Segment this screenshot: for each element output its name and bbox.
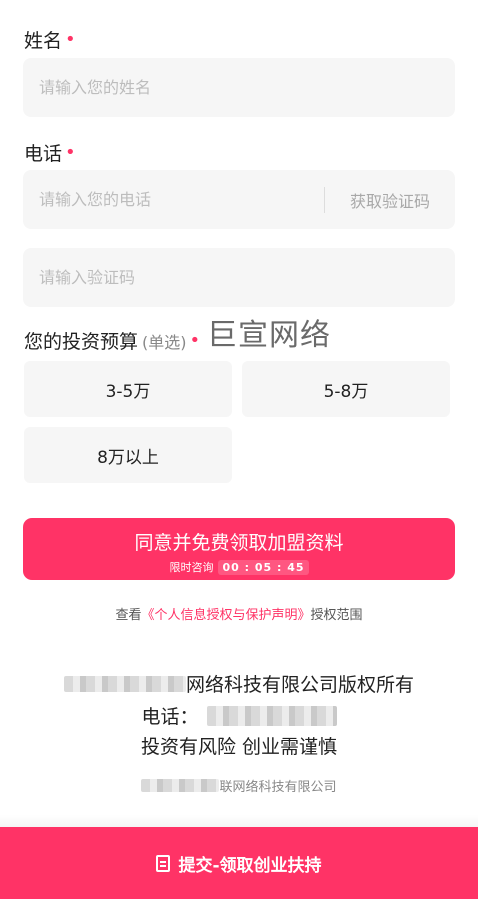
redacted-company-name [63, 675, 186, 692]
required-mark: • [65, 28, 76, 50]
redacted-phone [206, 705, 337, 726]
privacy-policy-link[interactable]: 《个人信息授权与保护声明》 [141, 608, 310, 623]
timer-value: 00 : 05 : 45 [218, 559, 309, 575]
phone-line: 电话： [0, 702, 478, 729]
small-copyright: 联网络科技有限公司 [0, 776, 478, 795]
required-mark: • [65, 141, 76, 163]
privacy-agreement: 查看《个人信息授权与保护声明》授权范围 [115, 608, 363, 623]
budget-option-8-plus[interactable]: 8万以上 [24, 427, 232, 483]
document-icon [156, 854, 171, 872]
cta-title: 同意并免费领取加盟资料 [134, 532, 344, 554]
phone-field-container: 获取验证码 [23, 170, 455, 229]
get-code-button[interactable]: 获取验证码 [325, 188, 455, 212]
redacted-company-name [141, 779, 220, 792]
get-materials-button[interactable]: 同意并免费领取加盟资料 限时咨询 00 : 05 : 45 [23, 518, 455, 580]
required-mark: • [189, 329, 201, 351]
code-field-container [23, 248, 455, 307]
copyright-line: 网络科技有限公司版权所有 [0, 670, 478, 697]
watermark: 巨宣网络 [207, 318, 331, 353]
timer-label: 限时咨询 [169, 561, 214, 574]
name-input[interactable] [23, 58, 455, 117]
name-field-container [23, 58, 455, 117]
budget-option-3-5[interactable]: 3-5万 [24, 361, 232, 417]
risk-notice: 投资有风险 创业需谨慎 [140, 736, 338, 758]
budget-label: 您的投资预算 (单选) • [24, 329, 201, 353]
divider [0, 815, 478, 827]
phone-input[interactable] [23, 170, 324, 229]
phone-label: 电话 • [24, 141, 76, 165]
name-label: 姓名 • [24, 28, 76, 52]
budget-option-5-8[interactable]: 5-8万 [242, 361, 450, 417]
single-choice-hint: (单选) [142, 332, 187, 352]
countdown: 限时咨询 00 : 05 : 45 [23, 559, 455, 575]
verification-code-input[interactable] [23, 248, 455, 307]
submit-bar-button[interactable]: 提交-领取创业扶持 [0, 827, 478, 899]
